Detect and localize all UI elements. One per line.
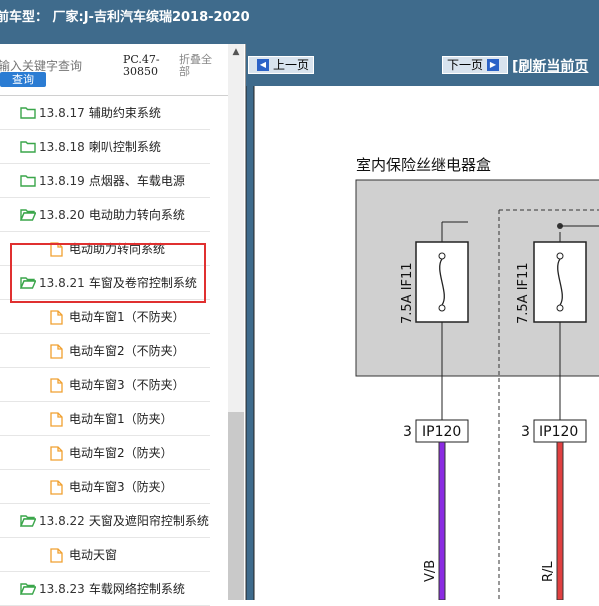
tree-folder-item[interactable]: 13.8.22 天窗及遮阳帘控制系统: [0, 504, 210, 538]
wiring-diagram: 室内保险丝继电器盒 7.5A IF11 7.5A IF11 3 IP120 3 …: [246, 86, 599, 600]
folder-open-icon: [19, 582, 37, 595]
fuse-2-label: 7.5A IF11: [516, 262, 531, 324]
wire-2: [556, 441, 564, 600]
document-icon: [50, 548, 66, 563]
tree-item-code: 13.8.20: [39, 207, 85, 222]
tree-file-item[interactable]: 电动车窗1（防夹）: [0, 402, 210, 436]
tree-item-code: 13.8.22: [39, 513, 85, 528]
connector-1-label: IP120: [422, 424, 461, 440]
tree-file-item[interactable]: 电动车窗2（防夹）: [0, 436, 210, 470]
folder-icon: [20, 106, 36, 119]
scrollbar-thumb[interactable]: [228, 412, 244, 600]
tree-item-label: 电动车窗2（防夹）: [69, 446, 173, 460]
tree-folder-item[interactable]: 13.8.23 车载网络控制系统: [0, 572, 210, 606]
tree-file-item[interactable]: 电动车窗2（不防夹）: [0, 334, 210, 368]
document-icon: [50, 344, 66, 359]
tree-item-label: 电动车窗1（不防夹）: [69, 310, 185, 324]
document-viewer: ◀ 上一页 下一页 ▶ [刷新当前页 室内保险丝继电器盒 7.5A IF11 7…: [246, 44, 599, 600]
tree-item-label: 点烟器、车载电源: [88, 174, 185, 188]
tree-item-code: 13.8.18: [39, 139, 85, 154]
fuse-2-terminal-bottom: [556, 304, 564, 312]
tree-file-item[interactable]: 电动车窗3（防夹）: [0, 470, 210, 504]
arrow-left-icon: ◀: [257, 59, 269, 71]
folder-open-icon: [19, 514, 37, 527]
tree-item-label: 辅助约束系统: [88, 106, 161, 120]
tree-item-code: 13.8.23: [39, 581, 85, 596]
next-page-label: 下一页: [447, 58, 484, 72]
tree-item-label: 天窗及遮阳帘控制系统: [88, 514, 209, 528]
window-title-bar: 前车型： 厂家:J-吉利汽车缤瑞2018-2020: [0, 0, 599, 44]
tree-item-label: 电动车窗2（不防夹）: [69, 344, 185, 358]
tree-item-code: 13.8.17: [39, 105, 85, 120]
fuse-box-title: 室内保险丝继电器盒: [356, 156, 491, 174]
tree-item-label: 电动车窗1（防夹）: [69, 412, 173, 426]
tree-item-label: 电动助力转向系统: [88, 208, 185, 222]
scroll-up-arrow-icon[interactable]: ▲: [228, 44, 244, 60]
connector-2-label: IP120: [539, 424, 578, 440]
window-title: 前车型： 厂家:J-吉利汽车缤瑞2018-2020: [0, 10, 250, 25]
search-button[interactable]: 查询: [0, 72, 46, 87]
folder-open-icon: [19, 208, 37, 221]
next-page-button[interactable]: 下一页 ▶: [442, 56, 508, 74]
prev-page-button[interactable]: ◀ 上一页: [248, 56, 314, 74]
tree-file-item[interactable]: 电动车窗1（不防夹）: [0, 300, 210, 334]
tree-item-label: 电动车窗3（防夹）: [69, 480, 173, 494]
tree-folder-item[interactable]: 13.8.18 喇叭控制系统: [0, 130, 210, 164]
wire-1-label: V/B: [423, 560, 438, 582]
tree-folder-item[interactable]: 13.8.19 点烟器、车载电源: [0, 164, 210, 198]
tree-item-label: 车载网络控制系统: [88, 582, 185, 596]
prev-page-label: 上一页: [273, 58, 310, 72]
tree-item-label: 喇叭控制系统: [88, 140, 161, 154]
connector-2-pin: 3: [521, 424, 530, 440]
folder-icon: [20, 140, 36, 153]
tree-file-item[interactable]: 电动天窗: [0, 538, 210, 572]
tree-item-label: 电动天窗: [69, 548, 118, 562]
refresh-page-link[interactable]: [刷新当前页: [512, 56, 588, 76]
arrow-right-icon: ▶: [487, 59, 499, 71]
fuse-1-terminal-top: [438, 252, 446, 260]
document-icon: [50, 310, 66, 325]
search-bar: 查询 PC.47-30850 折叠全部: [0, 44, 228, 96]
folder-icon: [20, 174, 36, 187]
connector-1-pin: 3: [403, 424, 412, 440]
document-icon: [50, 446, 66, 461]
tree-item-code: 13.8.19: [39, 173, 85, 188]
pc-code-label: PC.47-30850: [123, 53, 160, 78]
sidebar: 查询 PC.47-30850 折叠全部 13.8.17辅助约束系统13.8.18…: [0, 44, 246, 606]
document-icon: [50, 480, 66, 495]
collapse-all-button[interactable]: 折叠全部: [179, 54, 219, 78]
fuse-1-label: 7.5A IF11: [400, 262, 415, 324]
wire-2-label: R/L: [541, 561, 556, 582]
wire-1: [438, 441, 446, 600]
selection-highlight: [10, 243, 206, 303]
fuse-2-terminal-top: [556, 252, 564, 260]
document-icon: [50, 378, 66, 393]
tree-folder-item[interactable]: 13.8.17 辅助约束系统: [0, 96, 210, 130]
tree-item-label: 电动车窗3（不防夹）: [69, 378, 185, 392]
tree-folder-item[interactable]: 13.8.20 电动助力转向系统: [0, 198, 210, 232]
fuse-1-terminal-bottom: [438, 304, 446, 312]
page-navigation-bar: ◀ 上一页 下一页 ▶ [刷新当前页: [246, 44, 599, 86]
document-icon: [50, 412, 66, 427]
tree-file-item[interactable]: 电动车窗3（不防夹）: [0, 368, 210, 402]
